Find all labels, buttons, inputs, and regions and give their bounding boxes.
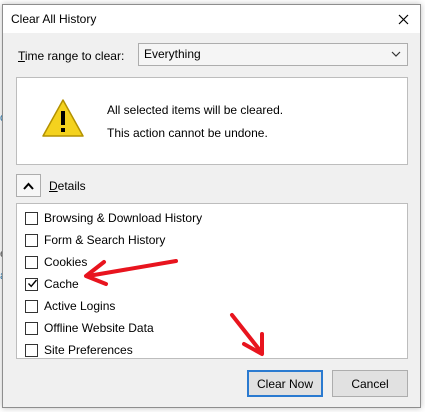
warning-line-1: All selected items will be cleared. xyxy=(107,103,284,117)
checkbox[interactable] xyxy=(25,321,38,335)
list-item-label: Offline Website Data xyxy=(44,321,154,335)
list-item-label: Form & Search History xyxy=(44,233,166,247)
time-range-select[interactable]: Everything xyxy=(138,43,408,66)
dialog-title: Clear All History xyxy=(11,12,97,26)
time-range-accesskey: T xyxy=(18,49,25,63)
list-item-site-preferences[interactable]: Site Preferences xyxy=(25,340,133,360)
warning-icon xyxy=(42,99,84,137)
chevron-down-icon xyxy=(391,44,401,72)
close-icon xyxy=(398,14,408,24)
checkmark-icon xyxy=(27,279,38,287)
list-item-browsing-history[interactable]: Browsing & Download History xyxy=(25,208,202,228)
list-item-label: Site Preferences xyxy=(44,343,133,357)
clear-now-button[interactable]: Clear Now xyxy=(247,370,323,397)
time-range-label-text: ime range to clear: xyxy=(24,49,125,63)
time-range-label: Time range to clear: xyxy=(18,49,124,63)
warning-line-2: This action cannot be undone. xyxy=(107,126,268,140)
list-item-label: Browsing & Download History xyxy=(44,211,203,225)
checkbox[interactable] xyxy=(25,343,38,357)
time-range-value: Everything xyxy=(144,47,201,61)
details-toggle-button[interactable] xyxy=(16,174,41,197)
history-items-list: Browsing & Download History Form & Searc… xyxy=(16,203,408,359)
chevron-up-icon xyxy=(23,182,34,190)
title-bar: Clear All History xyxy=(3,5,420,33)
checkbox-checked[interactable] xyxy=(25,277,38,291)
checkbox[interactable] xyxy=(25,299,38,313)
list-item-cache[interactable]: Cache xyxy=(25,274,79,294)
checkbox[interactable] xyxy=(25,255,38,269)
close-button[interactable] xyxy=(386,5,420,33)
checkbox[interactable] xyxy=(25,211,38,225)
details-accesskey: D xyxy=(49,179,58,193)
list-item-cookies[interactable]: Cookies xyxy=(25,252,87,272)
details-label: Details xyxy=(49,179,86,193)
warning-panel: All selected items will be cleared. This… xyxy=(16,77,408,165)
details-label-text: etails xyxy=(57,179,86,193)
list-item-label: Cache xyxy=(44,277,79,291)
cancel-button[interactable]: Cancel xyxy=(332,370,408,397)
clear-history-dialog: Clear All History Time range to clear: E… xyxy=(2,4,421,408)
checkbox[interactable] xyxy=(25,233,38,247)
list-item-active-logins[interactable]: Active Logins xyxy=(25,296,115,316)
list-item-form-search-history[interactable]: Form & Search History xyxy=(25,230,165,250)
list-item-offline-website-data[interactable]: Offline Website Data xyxy=(25,318,154,338)
list-item-label: Cookies xyxy=(44,255,88,269)
list-item-label: Active Logins xyxy=(44,299,116,313)
